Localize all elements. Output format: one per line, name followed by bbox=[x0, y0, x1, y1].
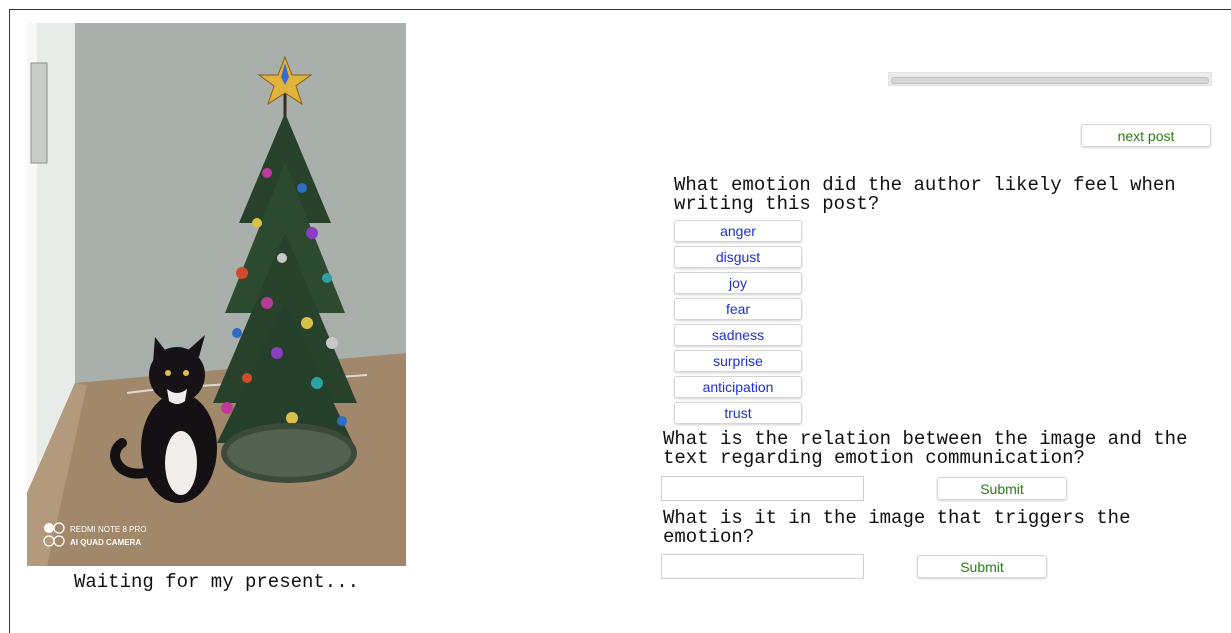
option-anticipation[interactable]: anticipation bbox=[674, 376, 802, 398]
option-fear[interactable]: fear bbox=[674, 298, 802, 320]
relation-submit-button[interactable]: Submit bbox=[937, 477, 1067, 500]
post-caption: Waiting for my present... bbox=[73, 571, 360, 593]
progress-track bbox=[891, 77, 1209, 84]
option-joy[interactable]: joy bbox=[674, 272, 802, 294]
trigger-input[interactable] bbox=[661, 554, 864, 579]
option-sadness[interactable]: sadness bbox=[674, 324, 802, 346]
option-surprise[interactable]: surprise bbox=[674, 350, 802, 372]
post-image: REDMI NOTE 8 PRO AI QUAD CAMERA bbox=[27, 23, 406, 566]
relation-input[interactable] bbox=[661, 476, 864, 501]
option-trust[interactable]: trust bbox=[674, 402, 802, 424]
progress-bar bbox=[888, 72, 1212, 86]
svg-text:AI QUAD CAMERA: AI QUAD CAMERA bbox=[70, 538, 141, 547]
next-post-button[interactable]: next post bbox=[1081, 124, 1211, 147]
question-relation: What is the relation between the image a… bbox=[663, 428, 1199, 469]
svg-text:REDMI NOTE 8 PRO: REDMI NOTE 8 PRO bbox=[70, 525, 146, 534]
option-anger[interactable]: anger bbox=[674, 220, 802, 242]
question-emotion: What emotion did the author likely feel … bbox=[674, 174, 1188, 215]
option-disgust[interactable]: disgust bbox=[674, 246, 802, 268]
question-trigger: What is it in the image that triggers th… bbox=[663, 507, 1142, 548]
trigger-submit-button[interactable]: Submit bbox=[917, 555, 1047, 578]
